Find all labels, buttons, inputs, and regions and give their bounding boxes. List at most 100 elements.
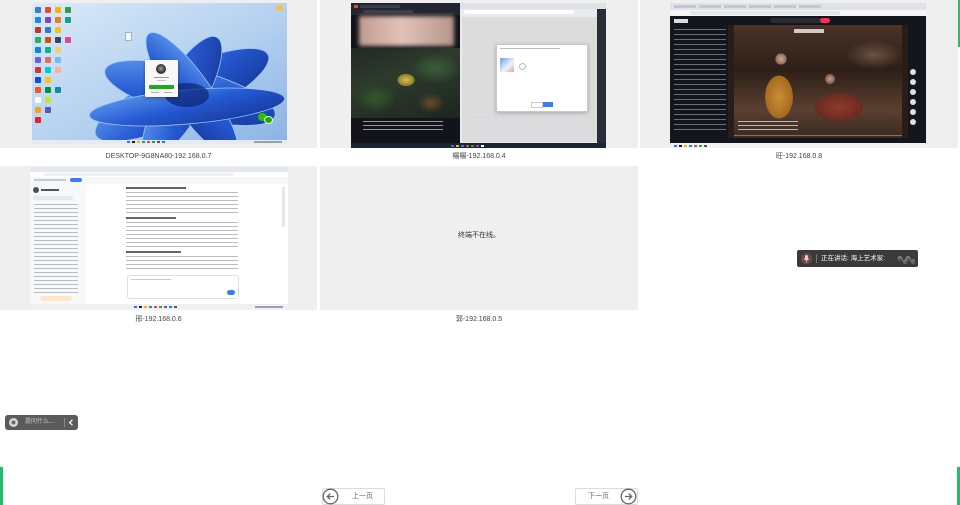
address-bar [363, 10, 413, 13]
terminal-caption: 楊楊-192.168.0.4 [452, 153, 506, 160]
toast-divider [816, 254, 817, 263]
promo-item [40, 296, 72, 301]
assistant-prompt-text: 提问什么... [25, 419, 55, 425]
chevron-left-icon[interactable] [68, 419, 74, 426]
browser-window [460, 3, 606, 144]
image-thumbnail [500, 58, 514, 72]
terminal-caption: 邢-192.168.0.6 [135, 316, 182, 323]
address-bar [464, 10, 574, 14]
dialog-text-line [157, 80, 166, 81]
video-info-text [738, 121, 798, 133]
search-button [820, 18, 830, 23]
folder-icon [276, 5, 283, 11]
audio-wave-icon [897, 255, 916, 264]
address-row [670, 10, 926, 16]
browser-tabs [670, 3, 926, 10]
search-box [770, 18, 830, 23]
arrow-right-circle-icon [620, 488, 637, 505]
taskbar [32, 140, 287, 144]
tab-icon [354, 5, 358, 8]
taskbar [351, 143, 606, 148]
next-page-button[interactable]: 下一页 [575, 488, 638, 505]
desktop-shortcut-icons [35, 7, 41, 13]
chat-app-icon [264, 116, 273, 124]
file-icon [125, 32, 132, 41]
doc-heading [126, 251, 181, 253]
message-input-box [127, 275, 239, 299]
pill-divider [64, 418, 65, 427]
taskbar [30, 304, 288, 310]
doc-text-lines [126, 222, 238, 248]
terminal-caption: 郭-192.168.0.5 [455, 316, 503, 323]
next-page-label: 下一页 [588, 493, 609, 500]
show-logo [794, 29, 824, 33]
terminal-tile-4[interactable] [0, 166, 317, 310]
taskbar-app-icons [134, 306, 137, 308]
prev-page-button[interactable]: 上一页 [322, 488, 385, 505]
history-list [34, 204, 78, 296]
monitor-grid-page: DESKTOP-9G8NA80-192.168.0.7 楊楊-192.168.0… [0, 0, 960, 505]
doc-text-lines [126, 192, 238, 214]
action-icons [910, 69, 916, 75]
upload-dialog [496, 44, 588, 112]
system-tray [255, 306, 283, 308]
account-dialog [145, 60, 178, 97]
doc-heading [126, 217, 176, 219]
system-tray [254, 141, 282, 143]
taskbar-app-icons [127, 141, 130, 143]
bookmark-button [70, 178, 82, 182]
remote-screen-thumbnail [30, 167, 288, 310]
confirm-button [149, 85, 174, 89]
dialog-tabs [500, 48, 560, 52]
remote-screen-thumbnail [351, 3, 606, 148]
doc-heading [126, 187, 186, 189]
taskbar-app-icons [451, 145, 454, 147]
mic-icon [801, 253, 812, 264]
sidebar-menu [674, 29, 726, 134]
avatar [156, 64, 166, 74]
assistant-icon [9, 418, 18, 427]
chat-sidebar [30, 184, 86, 304]
video-player [734, 25, 902, 138]
game-scene [351, 48, 460, 118]
prev-page-label: 上一页 [352, 493, 373, 500]
ok-button [543, 102, 553, 107]
add-icon [519, 63, 526, 70]
side-panel [597, 9, 606, 144]
browser-toolbar [351, 3, 460, 15]
progress-bar [734, 135, 902, 136]
app-logo-icon [33, 187, 39, 193]
terminal-tile-5[interactable]: 终端不在线。 [320, 166, 638, 310]
speaking-toast: 正在讲话: 海上艺术家: [797, 250, 918, 267]
app-name [41, 189, 59, 191]
terminal-caption: DESKTOP-9G8NA80-192.168.0.7 [105, 153, 212, 160]
edge-accent-bottom-left [0, 467, 3, 505]
bookmark-item [34, 179, 66, 181]
scrollbar [282, 187, 285, 227]
terminal-tile-3[interactable] [640, 0, 958, 148]
terminal-tile-1[interactable] [0, 0, 317, 148]
dialog-text-line [164, 92, 172, 93]
terminal-caption: 旺-192.168.0.8 [775, 153, 823, 160]
assistant-ask-pill[interactable]: 提问什么... [5, 415, 78, 430]
taskbar [670, 143, 926, 148]
blurred-video [359, 16, 454, 46]
cancel-button [531, 102, 543, 108]
dialog-text-line [151, 92, 159, 93]
stream-info-text [363, 121, 443, 130]
send-button [227, 290, 235, 295]
browser-tab [360, 5, 400, 8]
dialog-text-line [154, 77, 169, 78]
speaking-text: 正在讲话: 海上艺术家: [821, 255, 885, 262]
remote-screen-thumbnail [670, 3, 926, 148]
browser-tabs [460, 3, 606, 9]
address-bar [44, 173, 234, 176]
input-placeholder [131, 279, 171, 280]
page-text-lines [470, 117, 590, 137]
site-logo [674, 19, 688, 23]
terminal-tile-2[interactable] [320, 0, 638, 148]
arrow-left-circle-icon [322, 488, 339, 505]
remote-screen-thumbnail [32, 3, 287, 144]
address-bar [690, 11, 840, 15]
taskbar-app-icons [674, 145, 677, 147]
